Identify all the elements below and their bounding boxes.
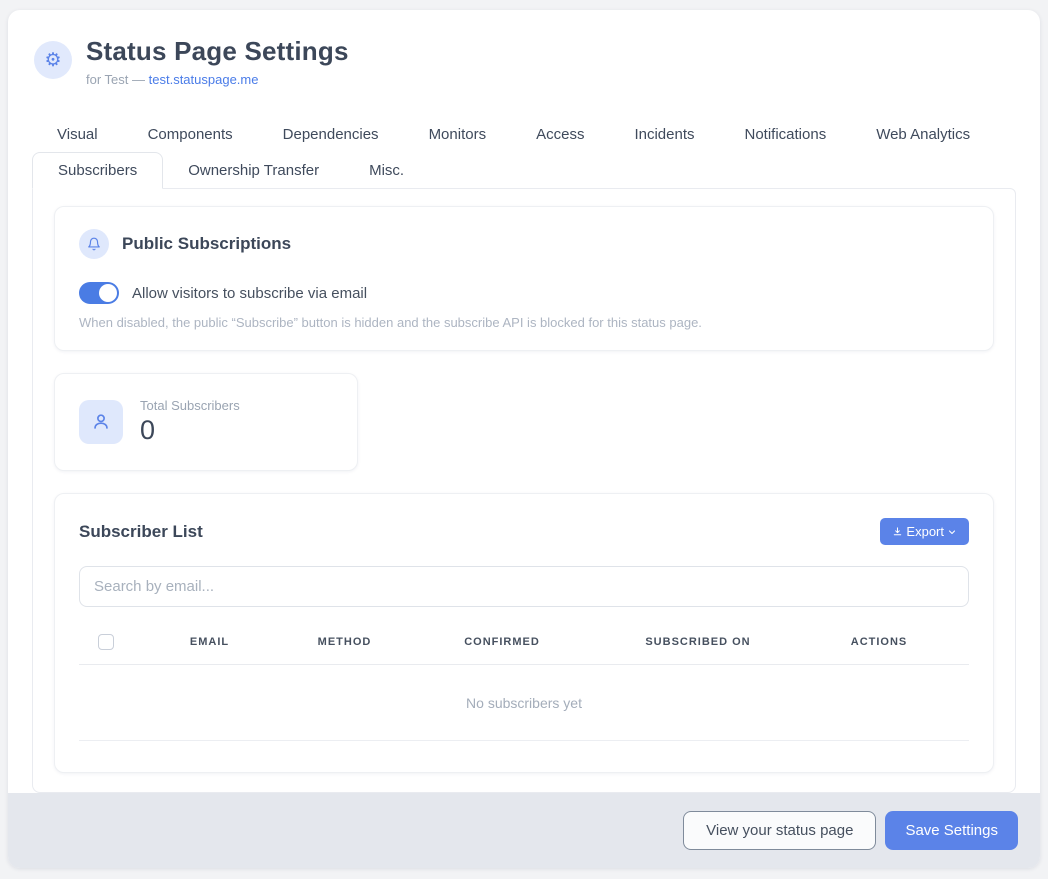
subscribe-helper-text: When disabled, the public “Subscribe” bu… [79,315,969,330]
page-subtitle: for Test — test.statuspage.me [86,72,349,87]
subscribers-table: EMAIL METHOD CONFIRMED SUBSCRIBED ON ACT… [79,624,969,768]
tab-access[interactable]: Access [511,117,609,152]
gear-glyph: ⚙ [44,49,61,72]
toggle-knob [99,284,117,302]
status-page-link[interactable]: test.statuspage.me [149,72,259,87]
chevron-down-icon [947,527,957,537]
tab-components[interactable]: Components [123,117,258,152]
tab-incidents[interactable]: Incidents [609,117,719,152]
column-confirmed: CONFIRMED [397,636,607,648]
subscribe-toggle-label: Allow visitors to subscribe via email [132,285,367,302]
export-button-label: Export [906,524,944,539]
footer-bar: View your status page Save Settings [8,793,1040,868]
total-subscribers-label: Total Subscribers [140,398,240,413]
page-header: ⚙ Status Page Settings for Test — test.s… [8,10,1040,87]
gear-icon: ⚙ [34,41,72,79]
total-subscribers-value: 0 [140,415,240,446]
page-header-text: Status Page Settings for Test — test.sta… [86,36,349,87]
table-header-row: EMAIL METHOD CONFIRMED SUBSCRIBED ON ACT… [79,624,969,665]
save-settings-button[interactable]: Save Settings [885,811,1018,850]
subscriber-list-card: Subscriber List Export EMAIL METHOD [54,493,994,773]
subtitle-prefix: for Test — [86,72,149,87]
tab-misc[interactable]: Misc. [344,152,429,188]
tab-web-analytics[interactable]: Web Analytics [851,117,995,152]
tab-visual[interactable]: Visual [32,117,123,152]
tabs: Visual Components Dependencies Monitors … [32,117,1016,188]
subscriber-list-header: Subscriber List Export [79,518,969,545]
total-subscribers-card: Total Subscribers 0 [54,373,358,471]
page-title: Status Page Settings [86,36,349,67]
public-subscriptions-title: Public Subscriptions [122,234,291,254]
user-icon [79,400,123,444]
tab-ownership-transfer[interactable]: Ownership Transfer [163,152,344,188]
select-all-checkbox[interactable] [98,634,114,650]
column-method: METHOD [292,636,397,648]
total-subscribers-text: Total Subscribers 0 [140,398,240,446]
export-button[interactable]: Export [880,518,969,545]
tab-dependencies[interactable]: Dependencies [258,117,404,152]
settings-card: ⚙ Status Page Settings for Test — test.s… [8,10,1040,868]
subscribers-panel: Public Subscriptions Allow visitors to s… [32,188,1016,793]
search-input[interactable] [79,566,969,607]
tab-row-1: Visual Components Dependencies Monitors … [32,117,1016,152]
tab-subscribers[interactable]: Subscribers [32,152,163,189]
column-actions: ACTIONS [789,636,969,648]
bell-icon [79,229,109,259]
tab-notifications[interactable]: Notifications [720,117,852,152]
public-subscriptions-header: Public Subscriptions [79,229,969,259]
table-bottom-padding [79,741,969,768]
empty-state: No subscribers yet [79,665,969,741]
tab-monitors[interactable]: Monitors [404,117,512,152]
column-subscribed-on: SUBSCRIBED ON [607,636,789,648]
view-status-page-button[interactable]: View your status page [683,811,876,850]
column-email: EMAIL [127,636,292,648]
download-icon [892,526,903,537]
public-subscriptions-card: Public Subscriptions Allow visitors to s… [54,206,994,351]
subscribe-email-toggle[interactable] [79,282,119,304]
subscribe-toggle-row: Allow visitors to subscribe via email [79,282,969,304]
tab-row-2: Subscribers Ownership Transfer Misc. [32,152,1016,188]
subscriber-list-title: Subscriber List [79,522,203,542]
